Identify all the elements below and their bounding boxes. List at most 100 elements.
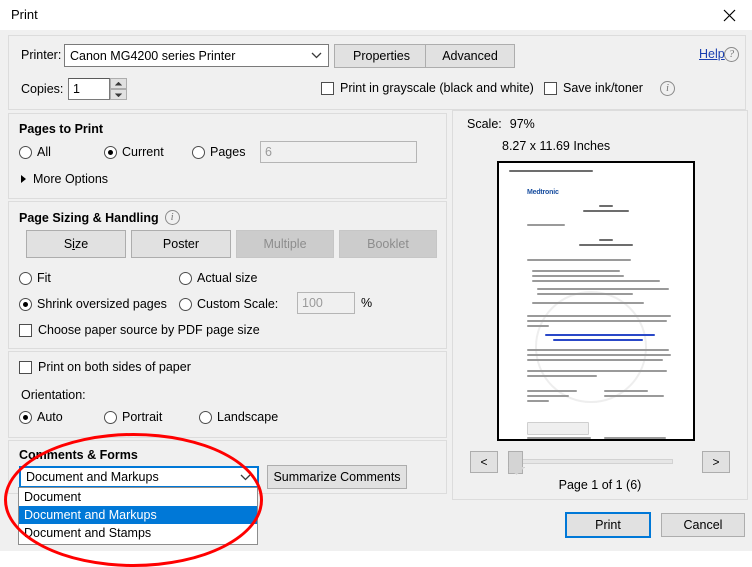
multiple-button: Multiple: [236, 230, 334, 258]
radio-mark: [104, 145, 117, 159]
print-button[interactable]: Print: [565, 512, 651, 538]
grayscale-checkbox[interactable]: Print in grayscale (black and white): [321, 81, 534, 95]
advanced-button[interactable]: Advanced: [425, 44, 515, 68]
comments-forms-select[interactable]: Document and Markups: [19, 466, 259, 488]
doc-text-line: [604, 437, 666, 439]
custom-scale-input[interactable]: 100: [297, 292, 355, 314]
radio-custom-scale-label: Custom Scale:: [197, 297, 279, 311]
doc-text-line: [532, 270, 620, 272]
duplex-label: Print on both sides of paper: [38, 360, 191, 374]
save-ink-label: Save ink/toner: [563, 81, 643, 95]
radio-mark: [192, 145, 205, 159]
chevron-down-icon[interactable]: [233, 474, 257, 481]
radio-portrait[interactable]: Portrait: [104, 410, 162, 424]
radio-portrait-label: Portrait: [122, 410, 163, 424]
doc-text-line: [527, 390, 577, 392]
page-dimensions: 8.27 x 11.69 Inches: [502, 139, 611, 153]
doc-text-line: [583, 210, 629, 212]
doc-text-line: [527, 224, 565, 226]
comments-forms-dropdown[interactable]: Document Document and Markups Document a…: [18, 487, 258, 545]
pages-to-print-title: Pages to Print: [19, 122, 104, 136]
doc-text-line: [527, 325, 549, 327]
print-dialog: Print Printer: Canon MG4200 series Print…: [0, 0, 752, 567]
properties-button[interactable]: Properties: [334, 44, 429, 68]
size-button-label: Size: [63, 237, 89, 251]
doc-text-line: [537, 288, 669, 290]
doc-text-line: [532, 302, 644, 304]
grayscale-label: Print in grayscale (black and white): [340, 81, 534, 95]
radio-actual-size-label: Actual size: [197, 271, 258, 285]
checkbox-box: [19, 323, 32, 337]
radio-mark: [19, 410, 32, 424]
doc-text-line: [527, 259, 631, 261]
info-icon[interactable]: i: [164, 210, 180, 225]
radio-mark: [179, 271, 192, 285]
radio-landscape[interactable]: Landscape: [199, 410, 278, 424]
doc-text-line: [527, 370, 667, 372]
dropdown-item-document-and-markups[interactable]: Document and Markups: [19, 506, 257, 524]
radio-current-label: Current: [122, 145, 164, 159]
pages-range-input[interactable]: 6: [260, 141, 417, 163]
radio-all[interactable]: All: [19, 145, 51, 159]
save-ink-checkbox[interactable]: Save ink/toner: [544, 81, 643, 95]
printer-select-value: Canon MG4200 series Printer: [70, 48, 236, 63]
preview-panel: Scale: 97% 8.27 x 11.69 Inches Medtronic: [452, 110, 748, 500]
radio-mark: [19, 145, 32, 159]
cancel-button[interactable]: Cancel: [661, 513, 745, 537]
next-page-button[interactable]: >: [702, 451, 730, 473]
radio-shrink-oversized[interactable]: Shrink oversized pages: [19, 297, 167, 311]
doc-text-line: [527, 354, 671, 356]
question-circle-icon[interactable]: ?: [724, 47, 739, 62]
close-icon[interactable]: [706, 0, 752, 30]
printer-label: Printer:: [21, 48, 62, 62]
percent-label: %: [361, 296, 373, 310]
booklet-button: Booklet: [339, 230, 437, 258]
doc-text-line: [579, 244, 633, 246]
help-link[interactable]: Help: [699, 47, 725, 61]
comments-forms-value: Document and Markups: [26, 470, 159, 484]
paper-source-checkbox[interactable]: Choose paper source by PDF page size: [19, 323, 260, 337]
size-button[interactable]: Size: [26, 230, 126, 258]
radio-auto[interactable]: Auto: [19, 410, 63, 424]
info-icon[interactable]: i: [660, 81, 675, 96]
more-options-toggle[interactable]: More Options: [21, 172, 108, 186]
page-slider-thumb[interactable]: [508, 451, 523, 474]
doc-link-line: [545, 334, 655, 336]
dropdown-item-document-and-stamps[interactable]: Document and Stamps: [19, 524, 257, 542]
title-bar: Print: [0, 0, 752, 30]
chevron-down-icon: [304, 52, 328, 59]
copies-input[interactable]: 1: [68, 78, 110, 100]
doc-text-line: [527, 359, 663, 361]
orientation-panel: Print on both sides of paper Orientation…: [8, 351, 447, 438]
radio-shrink-label: Shrink oversized pages: [37, 297, 167, 311]
doc-text-line: [604, 395, 664, 397]
doc-text-line: [527, 320, 667, 322]
radio-pages[interactable]: Pages: [192, 145, 245, 159]
page-slider-track[interactable]: [511, 459, 673, 464]
radio-actual-size[interactable]: Actual size: [179, 271, 257, 285]
doc-text-line: [604, 390, 648, 392]
summarize-comments-button[interactable]: Summarize Comments: [267, 465, 407, 489]
printer-select[interactable]: Canon MG4200 series Printer: [64, 44, 329, 67]
previous-page-button[interactable]: <: [470, 451, 498, 473]
doc-text-line: [532, 275, 624, 277]
radio-current[interactable]: Current: [104, 145, 164, 159]
comments-forms-title: Comments & Forms: [19, 448, 138, 462]
dropdown-item-document[interactable]: Document: [19, 488, 257, 506]
poster-button[interactable]: Poster: [131, 230, 231, 258]
radio-mark: [199, 410, 212, 424]
orientation-title: Orientation:: [21, 388, 86, 402]
page-indicator: Page 1 of 1 (6): [558, 478, 642, 492]
radio-auto-label: Auto: [37, 410, 63, 424]
signature-box: [527, 422, 589, 435]
scale-value: 97%: [509, 117, 535, 131]
more-options-label: More Options: [33, 172, 109, 186]
copies-spinner[interactable]: [110, 78, 127, 100]
duplex-checkbox[interactable]: Print on both sides of paper: [19, 360, 191, 374]
paper-source-label: Choose paper source by PDF page size: [38, 323, 260, 337]
doc-text-line: [599, 205, 613, 207]
doc-text-line: [599, 239, 613, 241]
comments-forms-panel: Comments & Forms Document and Markups Su…: [8, 440, 447, 494]
radio-custom-scale[interactable]: Custom Scale:: [179, 297, 278, 311]
radio-fit[interactable]: Fit: [19, 271, 51, 285]
